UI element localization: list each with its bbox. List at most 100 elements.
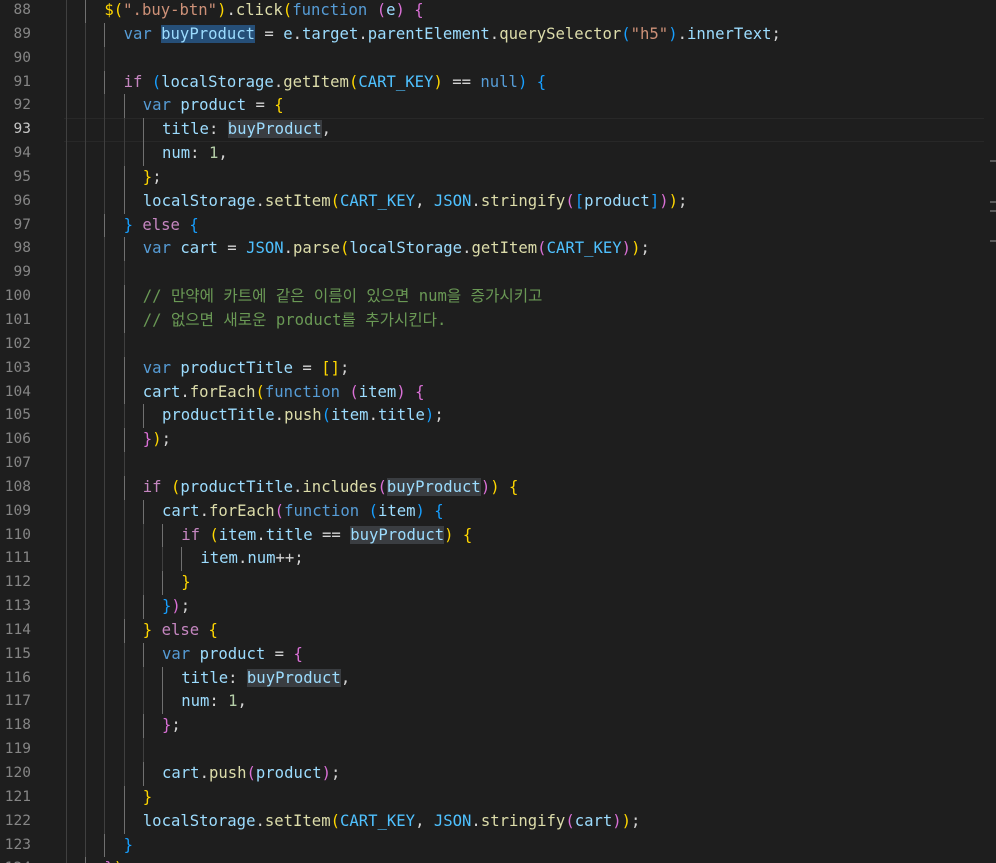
line-number[interactable]: 104 [0, 381, 64, 405]
line-number[interactable]: 100 [0, 285, 64, 309]
code-line[interactable]: } [64, 571, 996, 596]
indent-guide [66, 762, 67, 786]
code-token: . [255, 811, 265, 830]
line-number[interactable]: 88 [0, 0, 64, 23]
indent-guide [66, 189, 67, 214]
code-content: } else { [143, 621, 218, 639]
code-line[interactable]: productTitle.push(item.title); [64, 404, 996, 429]
code-line[interactable]: // 만약에 카트에 같은 이름이 있으면 num을 증가시키고 [64, 285, 996, 309]
indent-guide [85, 785, 87, 810]
code-line[interactable]: // 없으면 새로운 product를 추가시킨다. [64, 308, 996, 333]
code-line[interactable]: var product = { [64, 642, 996, 667]
code-editor[interactable]: 88 89 90 91 92 93 94 95 96 97 98 99 100 101 102 103 104 1… [0, 0, 996, 863]
code-line[interactable]: } [64, 785, 996, 810]
line-number[interactable]: 98 [0, 237, 64, 261]
line-number[interactable]: 108 [0, 476, 64, 500]
line-number[interactable]: 120 [0, 762, 64, 786]
code-line[interactable]: cart.forEach(function (item) { [64, 380, 996, 405]
line-number[interactable]: 107 [0, 452, 64, 476]
code-token: . [293, 477, 303, 496]
line-number[interactable]: 109 [0, 500, 64, 524]
code-line[interactable]: }; [64, 165, 996, 190]
line-number[interactable]: 97 [0, 214, 64, 238]
code-line[interactable]: var product = { [64, 94, 996, 119]
code-line[interactable]: if (localStorage.getItem(CART_KEY) == nu… [64, 70, 996, 95]
code-token: productTitle [180, 358, 294, 377]
code-line[interactable]: var productTitle = []; [64, 356, 996, 381]
line-number[interactable]: 124 [0, 857, 64, 863]
line-number[interactable]: 93 [0, 118, 64, 142]
line-number[interactable]: 99 [0, 261, 64, 285]
line-number[interactable]: 112 [0, 571, 64, 595]
line-number[interactable]: 119 [0, 738, 64, 762]
line-number[interactable]: 123 [0, 834, 64, 858]
code-token: = [293, 358, 322, 377]
indent-guide [104, 428, 106, 453]
code-line[interactable]: localStorage.setItem(CART_KEY, JSON.stri… [64, 809, 996, 834]
line-number[interactable]: 117 [0, 690, 64, 714]
code-line[interactable]: } else { [64, 618, 996, 643]
code-line[interactable]: localStorage.setItem(CART_KEY, JSON.stri… [64, 189, 996, 214]
code-line[interactable] [64, 261, 996, 286]
line-number[interactable]: 113 [0, 595, 64, 619]
line-number[interactable]: 114 [0, 619, 64, 643]
indent-guide [104, 142, 106, 166]
indent-guide [66, 475, 67, 500]
line-number[interactable]: 122 [0, 810, 64, 834]
code-line[interactable]: num: 1, [64, 690, 996, 715]
code-line[interactable]: }); [64, 595, 996, 619]
line-number[interactable]: 110 [0, 524, 64, 548]
line-number[interactable]: 95 [0, 166, 64, 190]
line-number[interactable]: 96 [0, 190, 64, 214]
code-token: . [489, 24, 500, 43]
line-number[interactable]: 89 [0, 23, 64, 47]
line-number[interactable]: 121 [0, 786, 64, 810]
code-line[interactable] [64, 738, 996, 762]
code-line[interactable]: var buyProduct = e.target.parentElement.… [64, 22, 996, 47]
code-line[interactable] [64, 46, 996, 71]
indent-guide [66, 22, 67, 47]
code-line[interactable]: } else { [64, 213, 996, 238]
line-number[interactable]: 118 [0, 714, 64, 738]
line-number-gutter[interactable]: 88 89 90 91 92 93 94 95 96 97 98 99 100 101 102 103 104 1… [0, 0, 64, 863]
code-token: ( [246, 764, 256, 782]
code-token: ( [274, 501, 285, 520]
line-number[interactable]: 94 [0, 142, 64, 166]
line-number[interactable]: 90 [0, 47, 64, 71]
code-token: ) [114, 859, 123, 863]
code-line[interactable]: cart.forEach(function (item) { [64, 499, 996, 524]
indent-guide [123, 452, 125, 476]
indent-guide [123, 714, 125, 739]
code-line[interactable] [64, 332, 996, 357]
line-number[interactable]: 106 [0, 428, 64, 452]
overview-ruler[interactable] [984, 0, 996, 863]
code-line[interactable]: if (item.title == buyProduct) { [64, 523, 996, 548]
line-number[interactable]: 91 [0, 71, 64, 95]
code-line[interactable]: title: buyProduct, [64, 666, 996, 691]
code-area[interactable]: $(".buy-btn").click(function (e) {var bu… [64, 0, 996, 863]
code-line[interactable]: var cart = JSON.parse(localStorage.getIt… [64, 237, 996, 262]
code-token: 1 [228, 692, 238, 711]
line-number[interactable]: 102 [0, 333, 64, 357]
code-token: ( [330, 191, 340, 210]
line-number[interactable]: 116 [0, 667, 64, 691]
line-number[interactable]: 105 [0, 404, 64, 428]
line-number[interactable]: 101 [0, 309, 64, 333]
code-line[interactable]: $(".buy-btn").click(function (e) { [64, 0, 996, 23]
indent-guide [66, 237, 67, 262]
line-number[interactable]: 103 [0, 357, 64, 381]
code-line[interactable]: }; [64, 714, 996, 739]
code-line[interactable]: if (productTitle.includes(buyProduct)) { [64, 475, 996, 500]
code-line[interactable]: }); [64, 857, 996, 863]
code-line[interactable]: cart.push(product); [64, 762, 996, 786]
code-line[interactable]: title: buyProduct, [64, 118, 996, 143]
code-line[interactable]: num: 1, [64, 142, 996, 166]
line-number[interactable]: 115 [0, 643, 64, 667]
line-number[interactable]: 92 [0, 94, 64, 118]
code-line[interactable]: } [64, 833, 996, 858]
code-line[interactable]: item.num++; [64, 547, 996, 572]
code-line[interactable] [64, 452, 996, 476]
line-number[interactable]: 111 [0, 547, 64, 571]
code-token: if [181, 525, 200, 544]
code-line[interactable]: }); [64, 428, 996, 453]
